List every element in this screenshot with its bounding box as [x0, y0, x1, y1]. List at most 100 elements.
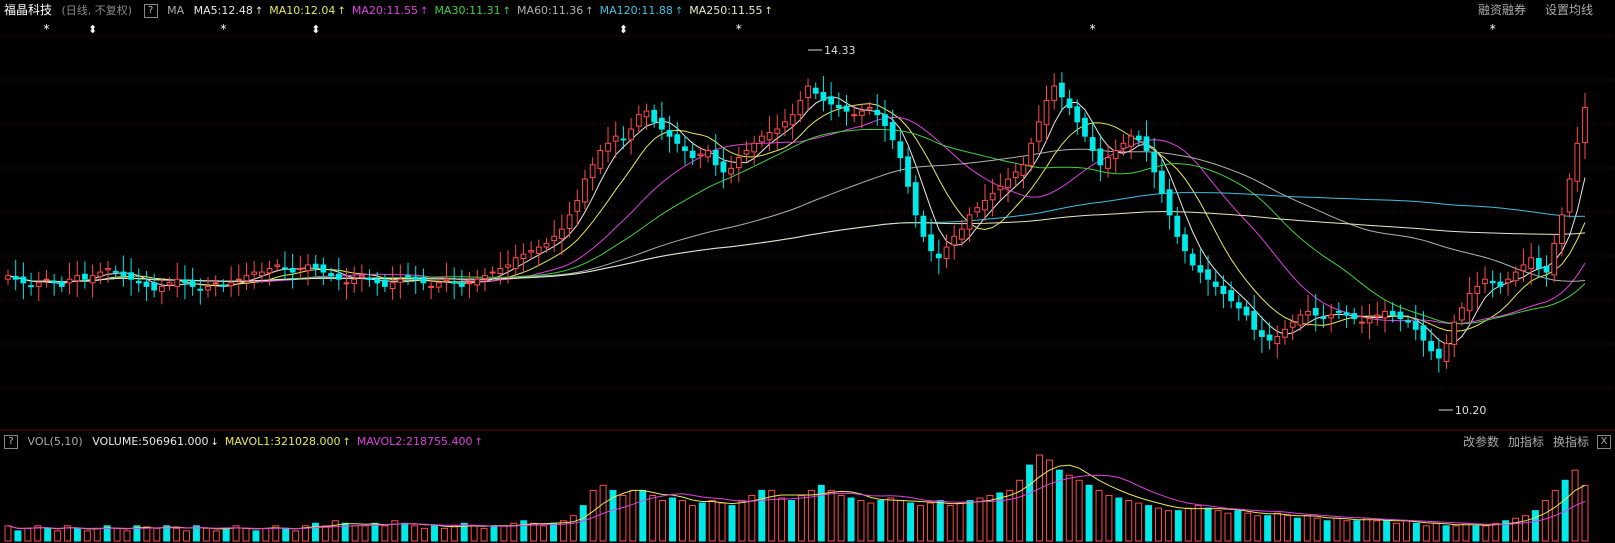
candle-up [1359, 321, 1365, 324]
candle-up [551, 235, 558, 242]
candle-down [143, 281, 150, 287]
candle-up [1551, 242, 1558, 276]
volume-bar-up [421, 527, 429, 542]
volume-bar-up [738, 500, 746, 542]
volume-bar-up [1065, 474, 1073, 542]
volume-bar-down [698, 502, 706, 542]
candle-down [1074, 106, 1081, 123]
candle-up [1020, 164, 1027, 176]
ma-line-3 [7, 128, 1586, 325]
candle-up [966, 214, 973, 230]
candle-up [443, 278, 450, 282]
candle-down [1251, 310, 1258, 330]
candle-down [1197, 265, 1204, 273]
candle-up [782, 121, 788, 128]
volume-bar-up [946, 505, 954, 542]
stock-name[interactable]: 福晶科技 [4, 0, 52, 20]
candle-up [959, 228, 965, 240]
volume-legend: VOLUME:506961.000 ↓ MAVOL1:321028.000 ↑ MAVO… [86, 435, 483, 448]
volume-bar-up [1363, 517, 1371, 542]
help-button[interactable]: ? [143, 4, 158, 18]
volume-bar-up [292, 530, 300, 542]
candle-down [328, 273, 334, 277]
candle-up [758, 135, 765, 143]
volume-bar-up [1254, 515, 1262, 542]
volume-bar-up [1541, 500, 1549, 542]
candle-up [305, 264, 311, 272]
volume-bar-up [143, 526, 151, 542]
volume-bar-up [976, 497, 984, 542]
volume-bar-up [242, 527, 250, 542]
close-icon[interactable]: X [1597, 435, 1611, 449]
candle-up [489, 271, 496, 274]
volume-ma-line-1 [7, 464, 1586, 530]
candle-up [1297, 314, 1304, 326]
margin-trading-button[interactable]: 融资融券 [1478, 0, 1526, 20]
volume-ma-lines [7, 464, 1586, 530]
volume-bar-up [1135, 502, 1143, 542]
candle-up [1112, 149, 1119, 159]
volume-bar-up [1373, 520, 1381, 542]
switch-indicator-button[interactable]: 换指标 [1553, 432, 1589, 452]
volume-bar-up [1393, 522, 1401, 542]
candle-up [235, 278, 242, 281]
candle-up [582, 178, 588, 203]
volume-bar-up [530, 522, 538, 542]
candle-up [228, 282, 234, 287]
volume-bar-up [470, 525, 478, 542]
candle-up [1566, 178, 1573, 213]
volume-bar-up [1006, 489, 1014, 542]
ma-line-1 [7, 103, 1586, 332]
candle-up [751, 142, 758, 153]
candle-down [51, 280, 58, 284]
volume-bar-up [411, 525, 419, 542]
candle-down [189, 280, 196, 287]
candle-down [12, 275, 19, 280]
candle-up [1582, 107, 1588, 144]
candle-up [859, 110, 865, 116]
candle-up [543, 242, 550, 248]
candle-down [197, 288, 204, 291]
volume-bar-up [1422, 525, 1430, 542]
candle-down [712, 149, 719, 166]
volume-bar-down [252, 530, 260, 542]
candle-up [205, 285, 211, 291]
volume-bar-up [183, 530, 191, 542]
candle-up [774, 128, 781, 134]
vol-arrow-icon-1: ↑ [342, 437, 351, 448]
volume-help-button[interactable]: ? [4, 435, 18, 449]
volume-bar-up [1164, 510, 1172, 542]
volume-bar-down [44, 527, 52, 542]
add-indicator-button[interactable]: 加指标 [1508, 432, 1544, 452]
volume-bar-down [311, 522, 319, 542]
volume-bar-down [1115, 497, 1123, 542]
candle-up [1382, 310, 1388, 319]
candle-down [1228, 290, 1235, 302]
volume-bar-down [1412, 522, 1420, 542]
price-annotations: 14.33 10.20 [808, 44, 1486, 417]
candle-down [412, 276, 419, 280]
change-params-button[interactable]: 改参数 [1463, 432, 1499, 452]
ma-arrow-icon-5: ↑ [674, 6, 684, 17]
candle-down [905, 156, 911, 187]
candle-down [1535, 257, 1542, 270]
candle-up [1128, 135, 1135, 147]
volume-bar-up [1283, 515, 1291, 542]
candle-up [1374, 314, 1381, 317]
candle-up [66, 278, 73, 284]
candle-down [1243, 306, 1250, 316]
ma-label-6: MA250:11.55 [689, 4, 763, 17]
candle-up [1366, 318, 1373, 324]
set-ma-button[interactable]: 设置均线 [1545, 0, 1593, 20]
candle-up [851, 114, 858, 117]
volume-bar-up [1016, 479, 1024, 542]
volume-bar-up [1045, 459, 1053, 542]
candle-up [1282, 328, 1288, 338]
volume-bar-down [669, 497, 676, 542]
volume-bar-up [768, 489, 776, 542]
candle-up [566, 214, 573, 229]
candle-up [558, 228, 565, 239]
candle-up [1028, 142, 1035, 166]
star-marker: * [1490, 22, 1496, 36]
volume-bar-up [857, 500, 865, 542]
